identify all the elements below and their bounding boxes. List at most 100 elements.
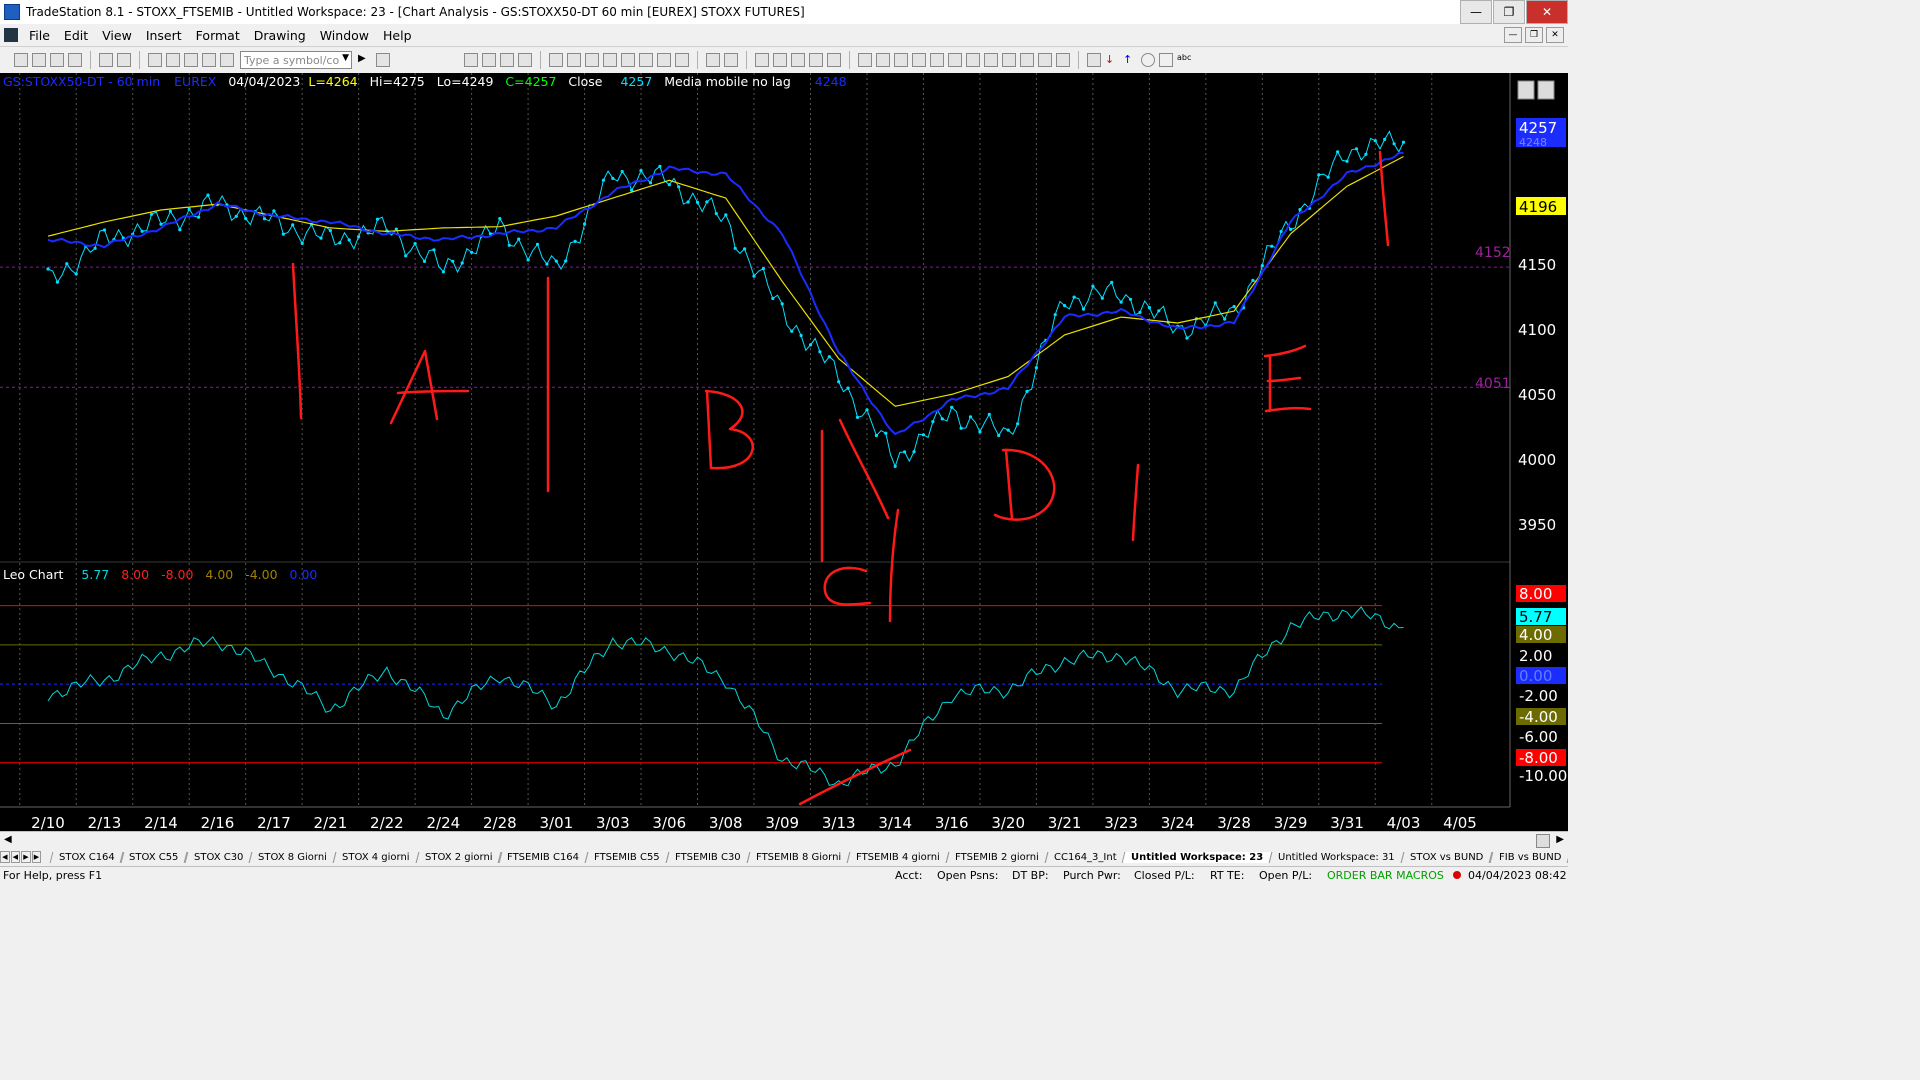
- new-icon[interactable]: [14, 53, 28, 67]
- chart-icon[interactable]: [621, 53, 635, 67]
- tab-fib-vs-bund[interactable]: FIB vs BUND: [1489, 851, 1568, 863]
- trendline-icon[interactable]: [858, 53, 872, 67]
- pane-maximize-button[interactable]: [1537, 80, 1555, 100]
- news-icon[interactable]: [585, 53, 599, 67]
- minimize-button[interactable]: —: [1460, 0, 1492, 24]
- zoom-in-icon[interactable]: [706, 53, 720, 67]
- price-point: [272, 209, 276, 213]
- menu-help[interactable]: Help: [376, 28, 419, 43]
- parallel-icon[interactable]: [1020, 53, 1034, 67]
- fan-icon[interactable]: [930, 53, 944, 67]
- tab-cc164-3-int[interactable]: CC164_3_Int: [1044, 851, 1126, 863]
- status-order-bar-macros[interactable]: ORDER BAR MACROS: [1327, 869, 1444, 882]
- mdi-close-button[interactable]: ✕: [1546, 27, 1564, 43]
- tools-icon[interactable]: [791, 53, 805, 67]
- bar-chart-icon[interactable]: [464, 53, 478, 67]
- horizontal-line-icon[interactable]: [894, 53, 908, 67]
- ellipse-icon[interactable]: [1141, 53, 1155, 67]
- tab-stox-vs-bund[interactable]: STOX vs BUND: [1400, 851, 1493, 863]
- layout-icon[interactable]: [166, 53, 180, 67]
- curve-icon[interactable]: [1087, 53, 1101, 67]
- mdi-minimize-button[interactable]: —: [1504, 27, 1522, 43]
- tab-next-icon[interactable]: ▶: [21, 851, 31, 863]
- close-button[interactable]: ✕: [1526, 0, 1568, 24]
- print-icon[interactable]: [117, 53, 131, 67]
- price-point: [262, 217, 267, 221]
- zoom-out-icon[interactable]: [724, 53, 738, 67]
- tab-stox-c30[interactable]: STOX C30: [184, 851, 253, 863]
- scroll-right-icon[interactable]: ▶: [1556, 834, 1564, 845]
- tab-ftsemib-c30[interactable]: FTSEMIB C30: [665, 851, 751, 863]
- symbol-lookup-icon[interactable]: [376, 53, 390, 67]
- hot-lists-icon[interactable]: [657, 53, 671, 67]
- radar-icon[interactable]: [518, 53, 532, 67]
- link-icon[interactable]: [202, 53, 216, 67]
- table-icon[interactable]: [500, 53, 514, 67]
- chart-canvas[interactable]: GS:STOXX50-DT - 60 min EUREX 04/04/2023 …: [0, 73, 1568, 832]
- tab-stox-2-giorni[interactable]: STOX 2 giorni: [415, 851, 502, 863]
- pointer-icon[interactable]: [755, 53, 769, 67]
- save-icon[interactable]: [50, 53, 64, 67]
- tab-stox-8-giorni[interactable]: STOX 8 Giorni: [248, 851, 337, 863]
- fib-icon[interactable]: [966, 53, 980, 67]
- scanner-icon[interactable]: [549, 53, 563, 67]
- chart-analysis-window[interactable]: GS:STOXX50-DT - 60 min EUREX 04/04/2023 …: [0, 73, 1568, 832]
- arrow-up-icon[interactable]: ↑: [1123, 53, 1137, 67]
- tab-ftsemib-4-giorni[interactable]: FTSEMIB 4 giorni: [846, 851, 950, 863]
- format-icon[interactable]: [809, 53, 823, 67]
- tab-ftsemib-8-giorni[interactable]: FTSEMIB 8 Giorni: [746, 851, 851, 863]
- grid-icon[interactable]: [482, 53, 496, 67]
- menu-window[interactable]: Window: [313, 28, 376, 43]
- go-arrow-icon[interactable]: ▶: [358, 53, 372, 67]
- print-preview-icon[interactable]: [99, 53, 113, 67]
- tab-ftsemib-c164[interactable]: FTSEMIB C164: [498, 851, 589, 863]
- arrows-icon[interactable]: [1002, 53, 1016, 67]
- text-icon[interactable]: abc: [1177, 53, 1199, 67]
- tab-ftsemib-c55[interactable]: FTSEMIB C55: [585, 851, 670, 863]
- tab-prev-icon[interactable]: ◀: [10, 851, 21, 863]
- workspace-icon[interactable]: [148, 53, 162, 67]
- refresh-icon[interactable]: [827, 53, 841, 67]
- tab-ftsemib-2-giorni[interactable]: FTSEMIB 2 giorni: [945, 851, 1049, 863]
- options-icon[interactable]: [603, 53, 617, 67]
- menu-format[interactable]: Format: [189, 28, 247, 43]
- angle-icon[interactable]: [984, 53, 998, 67]
- menu-file[interactable]: File: [22, 28, 57, 43]
- globe-icon[interactable]: [220, 53, 234, 67]
- lock-icon[interactable]: [184, 53, 198, 67]
- volume-icon[interactable]: [639, 53, 653, 67]
- tab-stox-c55[interactable]: STOX C55: [120, 851, 189, 863]
- pane-minimize-button[interactable]: [1517, 80, 1535, 100]
- menu-edit[interactable]: Edit: [57, 28, 95, 43]
- vertical-line-icon[interactable]: [876, 53, 890, 67]
- tab-untitled-workspace-23[interactable]: Untitled Workspace: 23: [1121, 851, 1273, 863]
- tab-untitled-workspace-31[interactable]: Untitled Workspace: 31: [1269, 851, 1405, 863]
- channel-icon[interactable]: [948, 53, 962, 67]
- chart-window-icon[interactable]: [4, 28, 18, 42]
- price-point: [1326, 175, 1330, 179]
- matrix-icon[interactable]: [567, 53, 581, 67]
- save-all-icon[interactable]: [68, 53, 82, 67]
- scroll-left-icon[interactable]: ◀: [4, 834, 12, 845]
- rectangle-icon[interactable]: [1159, 53, 1173, 67]
- chevron-down-icon[interactable]: ▼: [342, 53, 349, 63]
- menu-drawing[interactable]: Drawing: [247, 28, 313, 43]
- arrow-down-icon[interactable]: ↓: [1105, 53, 1119, 67]
- scroll-thumb[interactable]: [1536, 834, 1550, 848]
- open-icon[interactable]: [32, 53, 46, 67]
- mdi-restore-button[interactable]: ❐: [1525, 27, 1543, 43]
- arc-icon[interactable]: [1038, 53, 1052, 67]
- tab-stox-4-giorni[interactable]: STOX 4 giorni: [332, 851, 420, 863]
- radar-screen-icon[interactable]: [675, 53, 689, 67]
- menu-insert[interactable]: Insert: [139, 28, 189, 43]
- maximize-button[interactable]: ❐: [1493, 0, 1525, 24]
- gann-icon[interactable]: [912, 53, 926, 67]
- horizontal-scrollbar[interactable]: ◀ ▶: [0, 831, 1568, 850]
- menu-view[interactable]: View: [95, 28, 139, 43]
- symbol-input[interactable]: Type a symbol/co ▼: [240, 51, 352, 69]
- pencil-icon[interactable]: [1056, 53, 1070, 67]
- tab-first-icon[interactable]: ◀: [0, 851, 10, 863]
- tab-stox-c164[interactable]: STOX C164: [49, 851, 124, 863]
- select-icon[interactable]: [773, 53, 787, 67]
- tab-last-icon[interactable]: ▶: [31, 851, 42, 863]
